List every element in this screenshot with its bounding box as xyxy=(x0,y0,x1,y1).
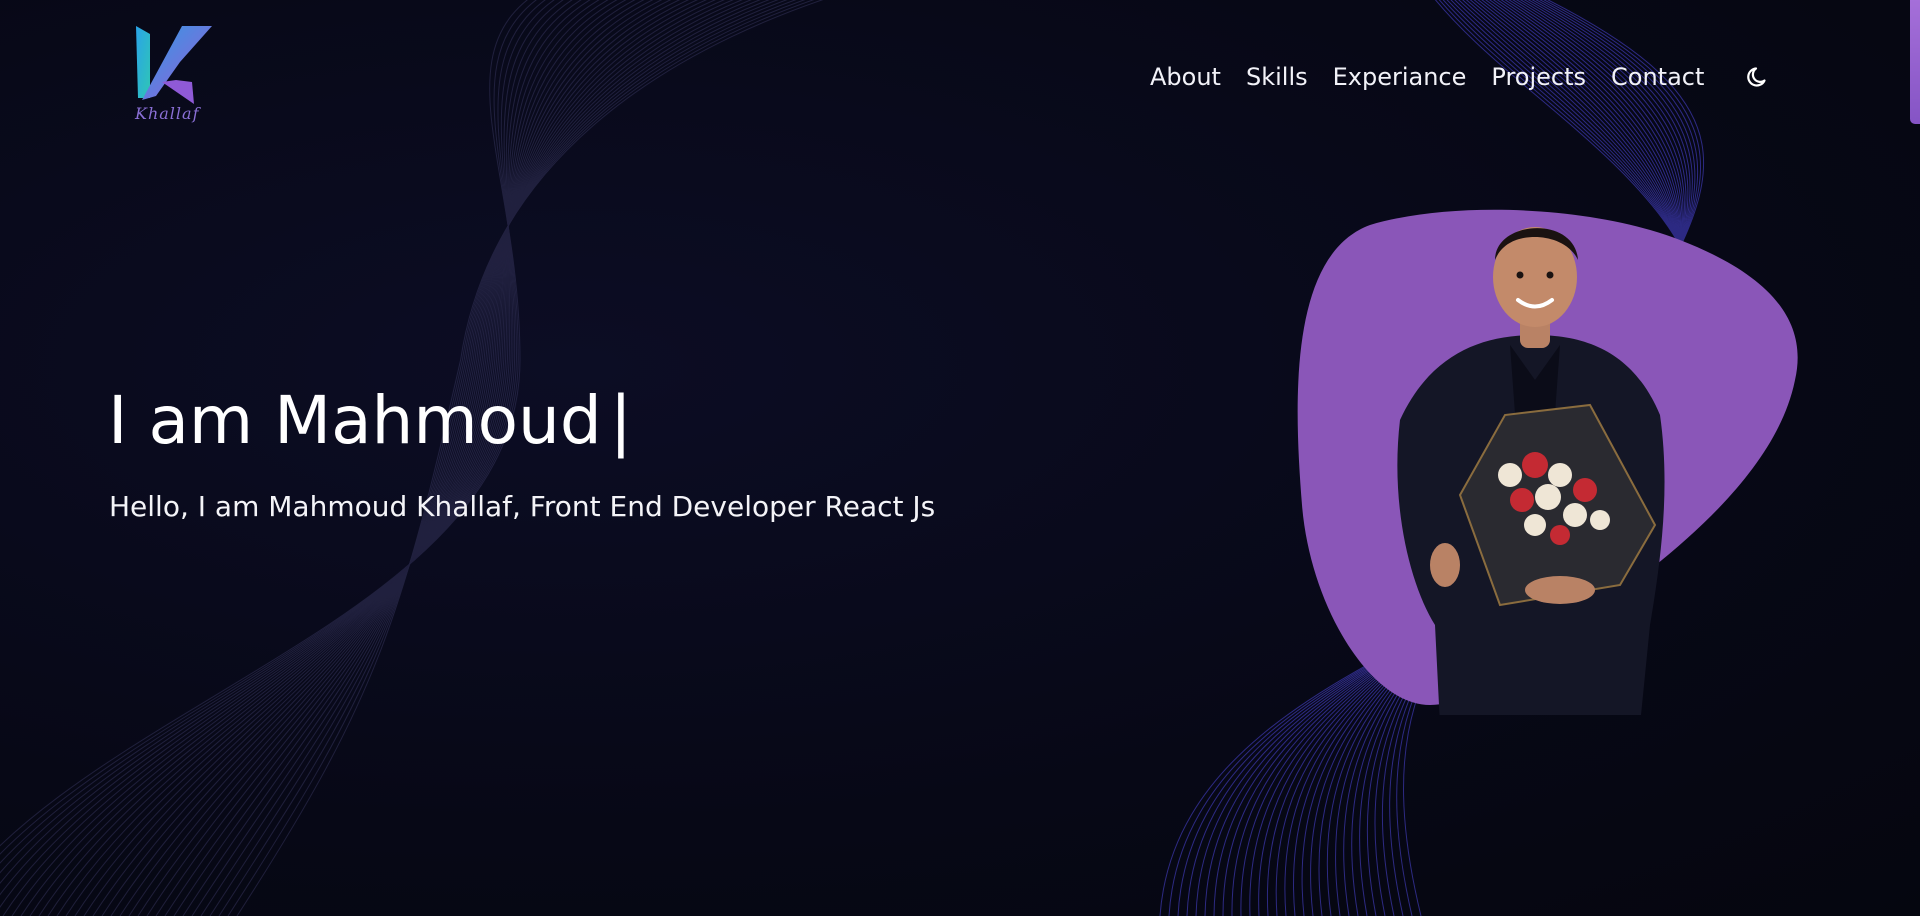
portrait xyxy=(1290,205,1810,715)
nav-item-about[interactable]: About xyxy=(1150,62,1221,92)
nav-item-experiance[interactable]: Experiance xyxy=(1333,62,1467,92)
page: Khallaf About Skills Experiance Projects… xyxy=(0,0,1920,916)
typing-cursor: | xyxy=(609,382,633,459)
nav-item-projects[interactable]: Projects xyxy=(1491,62,1586,92)
hero-title-text: I am Mahmoud xyxy=(108,382,602,459)
nav-item-skills[interactable]: Skills xyxy=(1246,62,1308,92)
moon-icon xyxy=(1747,67,1766,87)
main-nav: About Skills Experiance Projects Contact xyxy=(1150,62,1773,92)
theme-toggle-button[interactable] xyxy=(1743,62,1773,92)
hero-subtitle: Hello, I am Mahmoud Khallaf, Front End D… xyxy=(109,490,936,523)
scroll-progress-bar[interactable] xyxy=(1910,0,1920,124)
nav-item-contact[interactable]: Contact xyxy=(1611,62,1704,92)
person-with-bouquet xyxy=(1297,209,1798,715)
hero-title: I am Mahmoud | xyxy=(108,382,632,459)
logo-text: Khallaf xyxy=(135,104,200,123)
